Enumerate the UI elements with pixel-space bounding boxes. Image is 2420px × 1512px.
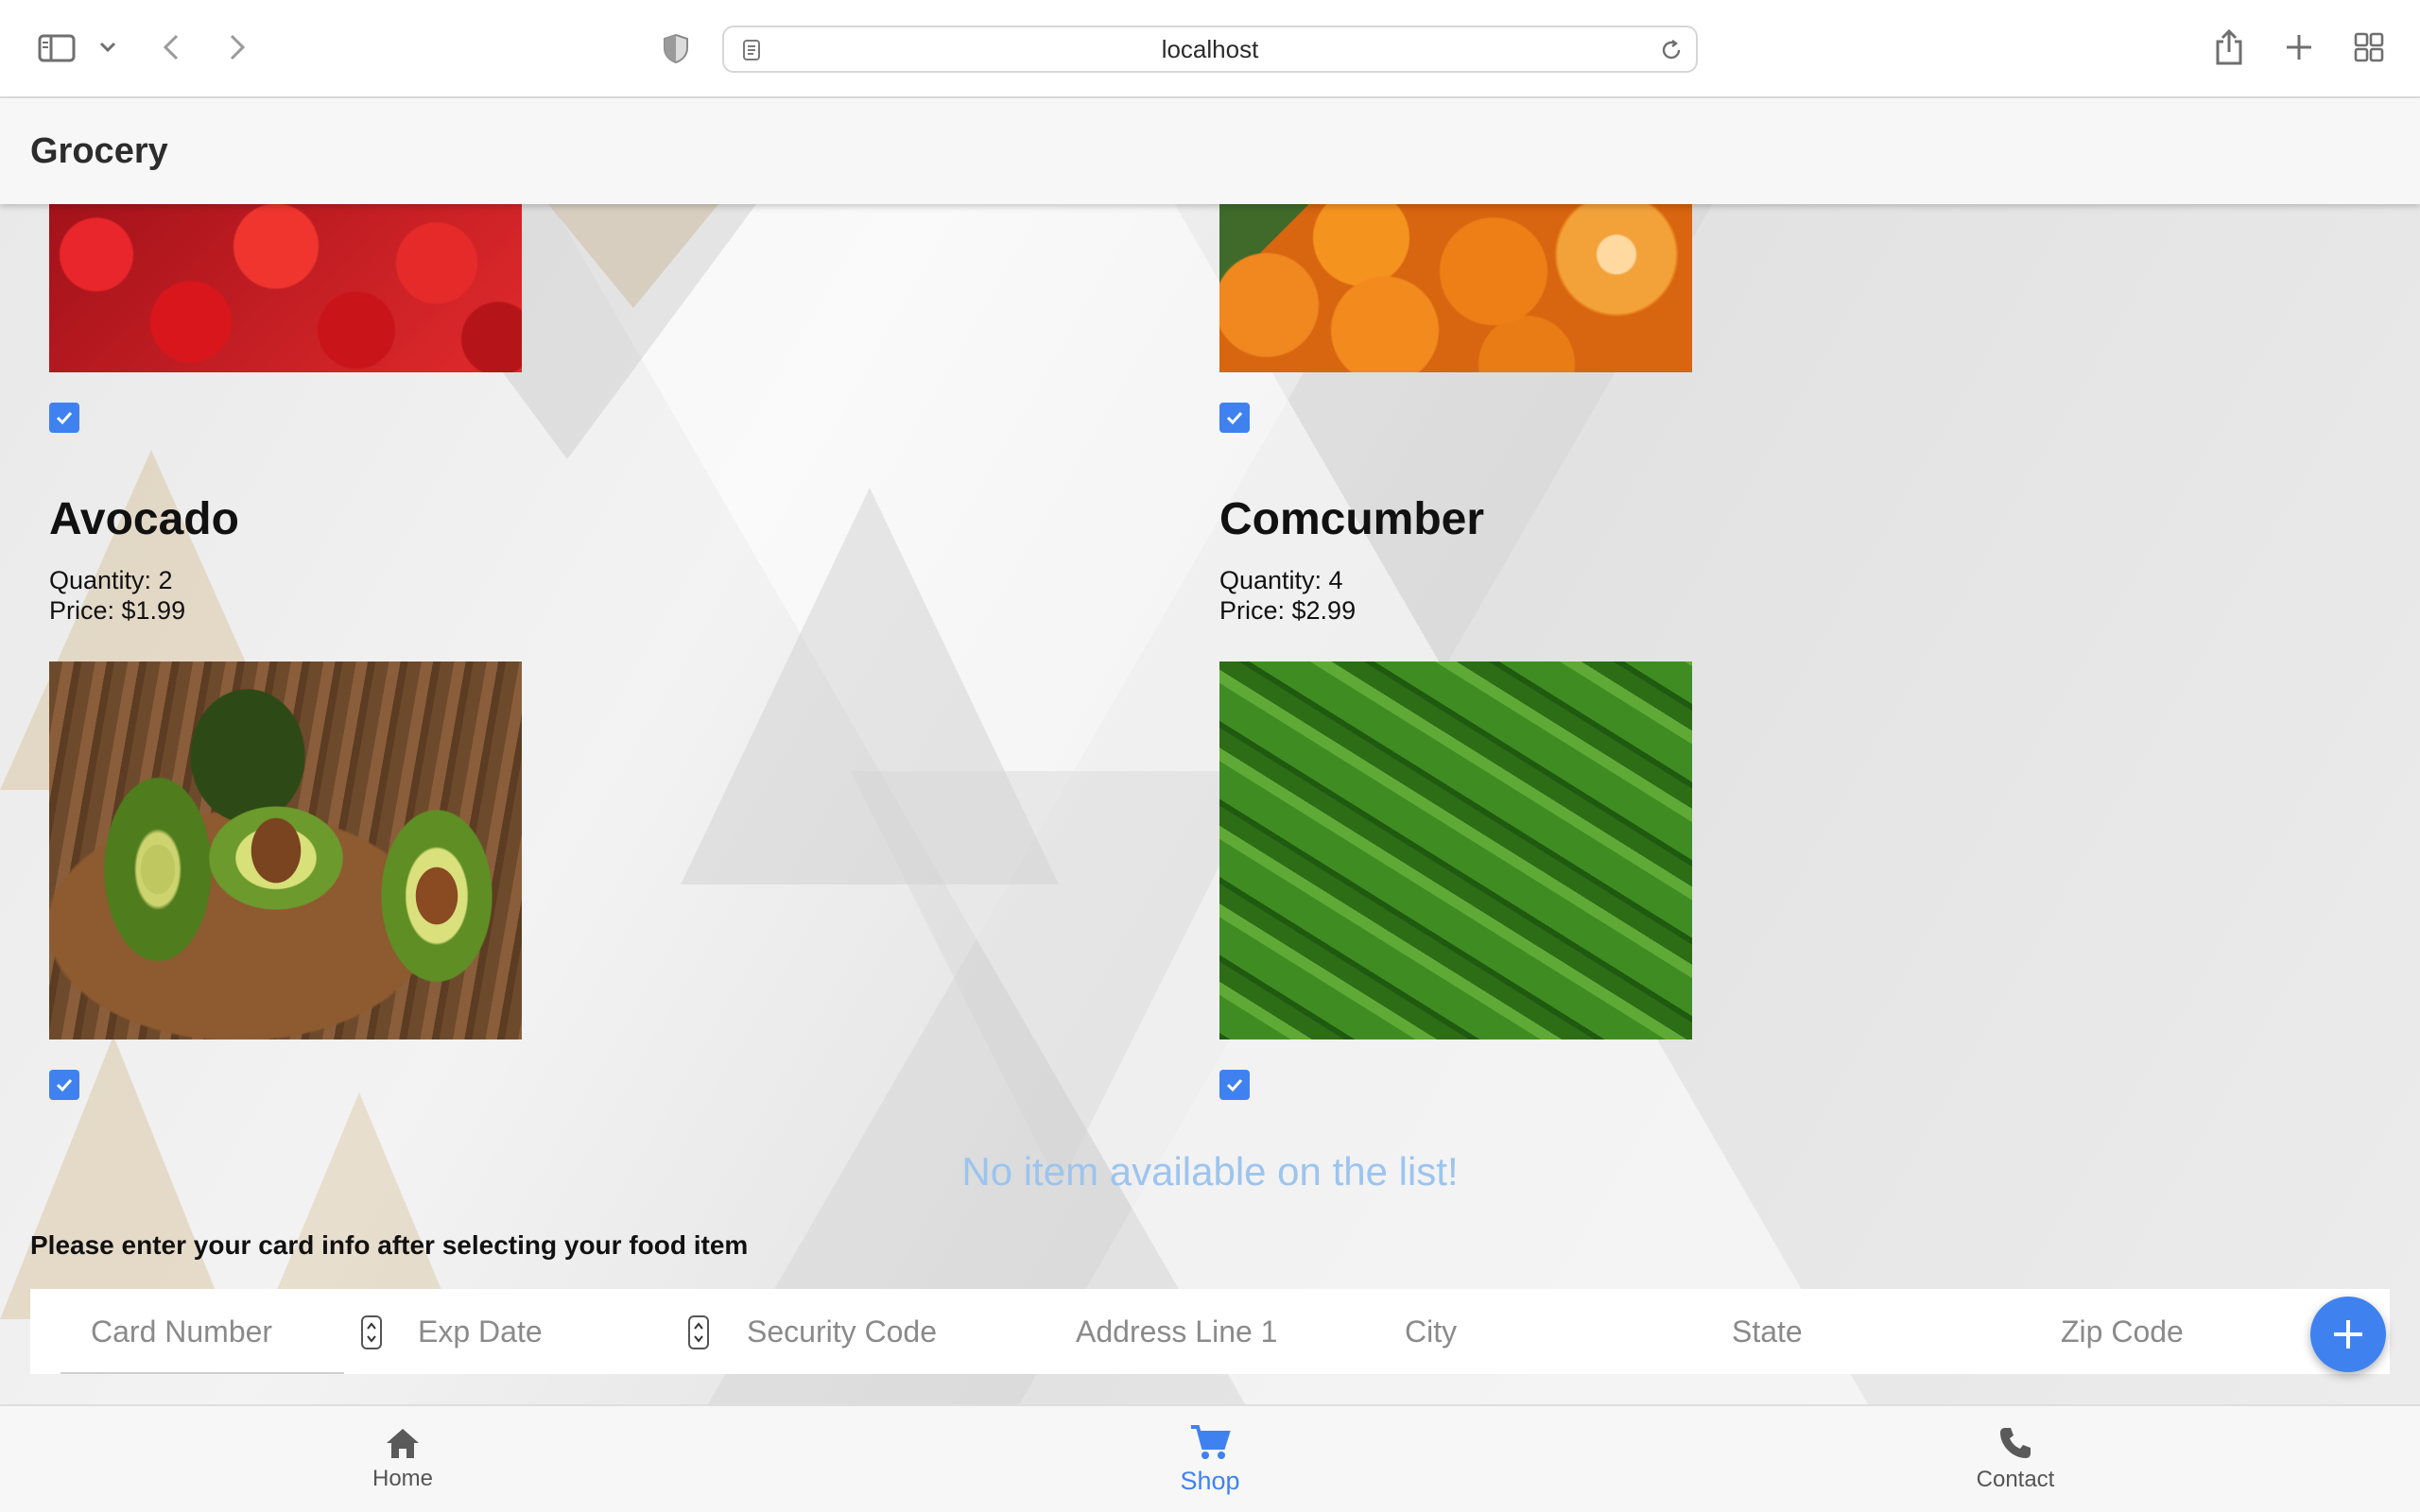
oranges-photo <box>1219 204 1692 372</box>
nav-home[interactable]: Home <box>261 1406 544 1512</box>
cart-icon <box>1191 1424 1231 1459</box>
reload-icon[interactable] <box>1658 37 1685 63</box>
nav-contact-label: Contact <box>1976 1467 2055 1492</box>
product-card-cucumber: Comcumber Quantity: 4 Price: $2.99 <box>1219 493 1749 626</box>
share-icon[interactable] <box>2212 26 2246 68</box>
background-pattern <box>265 1092 454 1319</box>
avocado-photo <box>49 662 522 1040</box>
card-info-hint: Please enter your card info after select… <box>30 1230 749 1260</box>
add-button[interactable] <box>2310 1297 2386 1372</box>
tab-overview-icon[interactable] <box>2352 30 2386 64</box>
product-quantity: Quantity: 4 <box>1219 566 1343 594</box>
item-checkbox[interactable] <box>49 403 79 433</box>
tomatoes-photo <box>49 204 522 372</box>
card-number-stepper[interactable] <box>361 1315 382 1349</box>
item-checkbox[interactable] <box>49 1070 79 1100</box>
item-checkbox[interactable] <box>1219 1070 1250 1100</box>
item-checkbox[interactable] <box>1219 403 1250 433</box>
sidebar-toggle-icon[interactable] <box>36 32 78 64</box>
shop-content[interactable]: Avocado Quantity: 2 Price: $1.99 Comcumb… <box>0 204 2420 1404</box>
product-card-avocado: Avocado Quantity: 2 Price: $1.99 <box>49 493 579 626</box>
phone-icon <box>2000 1428 2031 1458</box>
nav-shop[interactable]: Shop <box>1068 1406 1352 1512</box>
cucumber-photo <box>1219 662 1692 1040</box>
app-title: Grocery <box>30 131 168 171</box>
url-text[interactable]: localhost <box>724 27 1696 71</box>
chevron-down-icon[interactable] <box>95 36 121 59</box>
address-bar[interactable]: localhost <box>722 26 1698 73</box>
nav-home-label: Home <box>372 1466 434 1491</box>
address-line-1-field[interactable]: Address Line 1 <box>1076 1289 1378 1374</box>
security-code-field[interactable]: Security Code <box>747 1289 1030 1374</box>
product-quantity: Quantity: 2 <box>49 566 173 594</box>
nav-contact[interactable]: Contact <box>1874 1406 2157 1512</box>
product-name: Avocado <box>49 494 239 544</box>
nav-shop-label: Shop <box>1180 1466 1240 1495</box>
exp-date-field[interactable]: Exp Date <box>418 1289 683 1374</box>
forward-arrow-icon[interactable] <box>223 30 251 64</box>
product-price: Price: $2.99 <box>1219 596 1357 625</box>
privacy-shield-icon[interactable] <box>662 32 690 64</box>
browser-toolbar: localhost <box>0 0 2420 98</box>
state-field[interactable]: State <box>1732 1289 2015 1374</box>
app-header: Grocery <box>0 98 2420 204</box>
card-number-field[interactable]: Card Number <box>91 1289 374 1374</box>
product-price: Price: $1.99 <box>49 596 186 625</box>
payment-form: Card Number Exp Date Security Code Addre… <box>30 1289 2390 1374</box>
new-tab-plus-icon[interactable] <box>2282 30 2316 64</box>
empty-list-message: No item available on the list! <box>961 1149 1459 1194</box>
city-field[interactable]: City <box>1405 1289 1688 1374</box>
exp-date-stepper[interactable] <box>688 1315 709 1349</box>
input-underline <box>60 1372 344 1374</box>
product-name: Comcumber <box>1219 494 1485 544</box>
bottom-navigation: Home Shop Contact <box>0 1404 2420 1512</box>
background-pattern <box>851 771 1267 1187</box>
home-icon <box>387 1429 419 1458</box>
back-arrow-icon[interactable] <box>157 30 185 64</box>
zip-code-field[interactable]: Zip Code <box>2061 1289 2307 1374</box>
